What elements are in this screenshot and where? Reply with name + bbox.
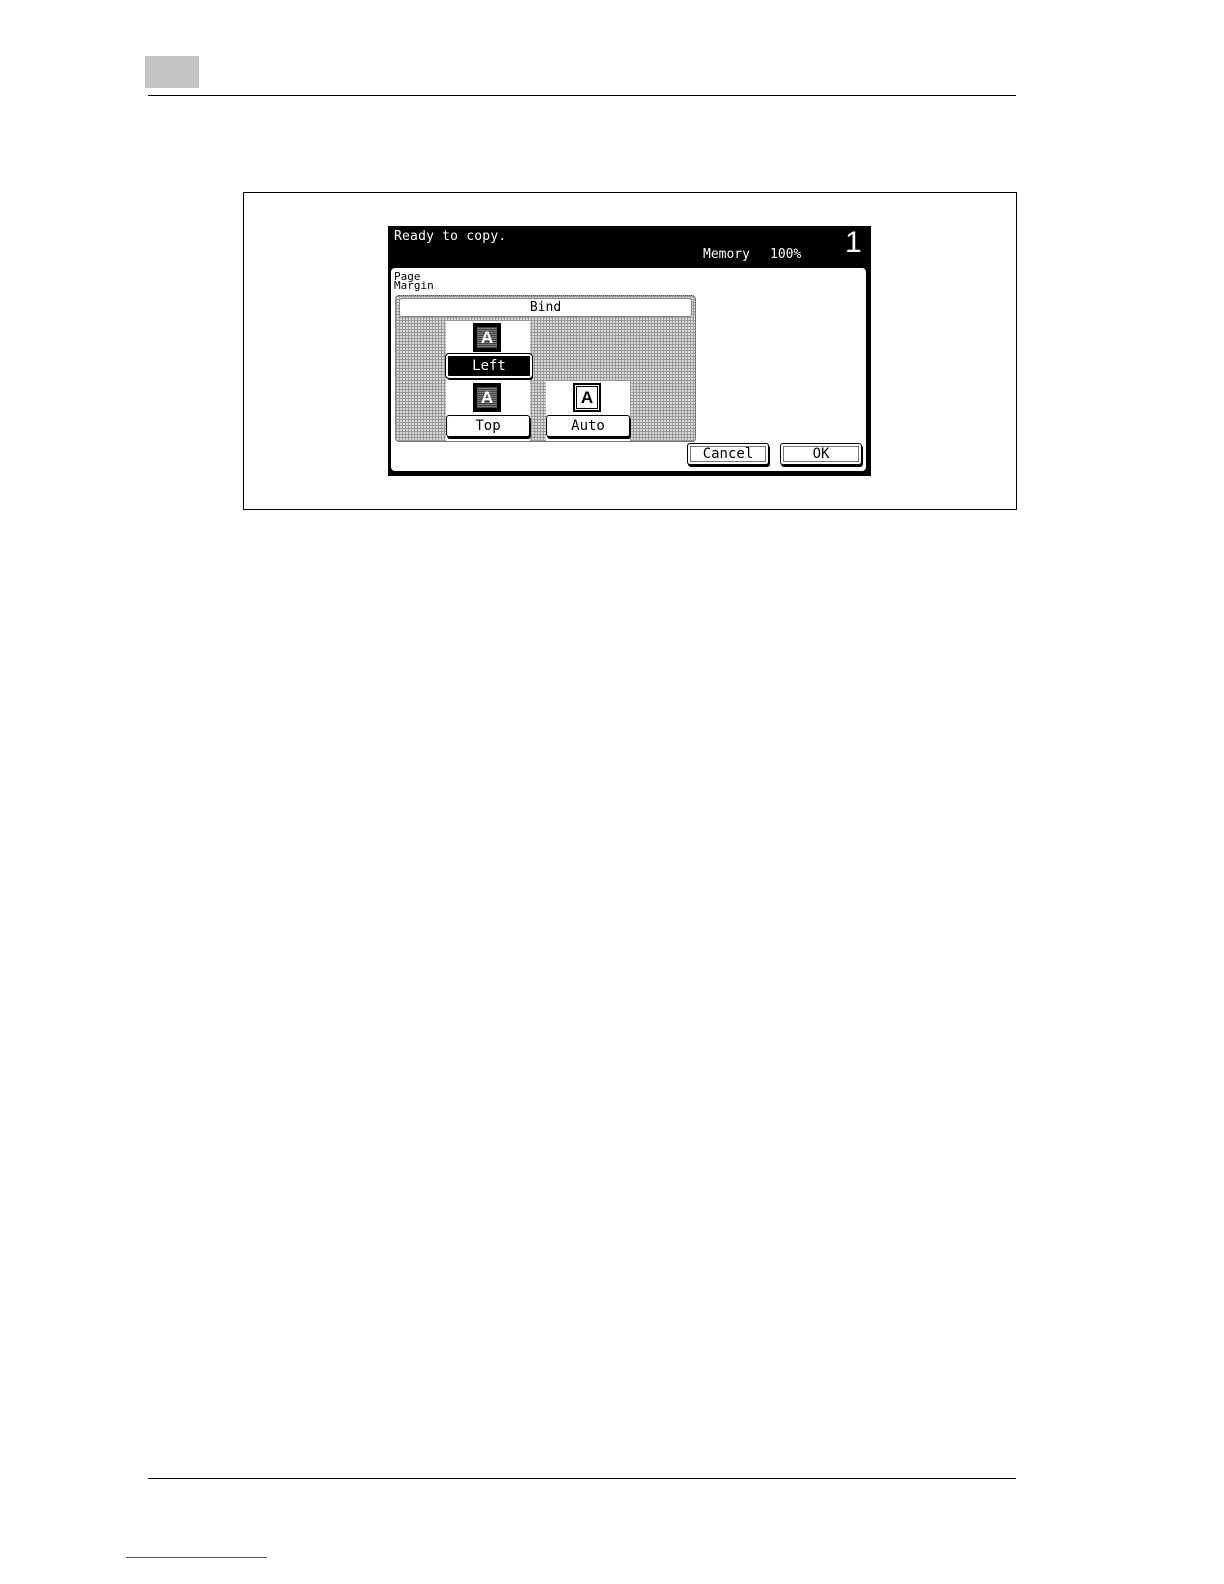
left-button[interactable]: Left xyxy=(445,353,533,379)
page-margin-panel: Page Margin Bind A Left A Top A Auto Can… xyxy=(391,268,866,471)
footer-rule xyxy=(148,1478,1016,1479)
auto-button[interactable]: Auto xyxy=(546,415,630,437)
memory-label: Memory xyxy=(703,247,750,262)
panel-title: Page Margin xyxy=(394,270,434,292)
copy-count: 1 xyxy=(845,226,862,259)
status-message: Ready to copy. xyxy=(394,229,507,244)
auto-bind-page-icon: A xyxy=(573,383,601,412)
top-bind-page-icon: A xyxy=(473,383,501,412)
footer-link-underline[interactable] xyxy=(126,1557,267,1558)
memory-value: 100% xyxy=(770,247,802,262)
chapter-number-box xyxy=(145,56,199,88)
bind-option-left[interactable]: A Left xyxy=(445,321,533,381)
left-bind-page-icon: A xyxy=(473,323,501,352)
bind-header: Bind xyxy=(399,298,692,317)
bind-options-area: Bind A Left A Top A Auto xyxy=(395,295,696,442)
cancel-button[interactable]: Cancel xyxy=(687,443,769,465)
top-button[interactable]: Top xyxy=(446,415,530,437)
copier-touch-screen: Ready to copy. Memory 100% 1 Page Margin… xyxy=(388,226,871,476)
bind-option-auto[interactable]: A Auto xyxy=(546,381,630,441)
header-rule xyxy=(148,95,1016,96)
ok-button[interactable]: OK xyxy=(780,443,862,465)
bind-option-top[interactable]: A Top xyxy=(446,381,530,441)
